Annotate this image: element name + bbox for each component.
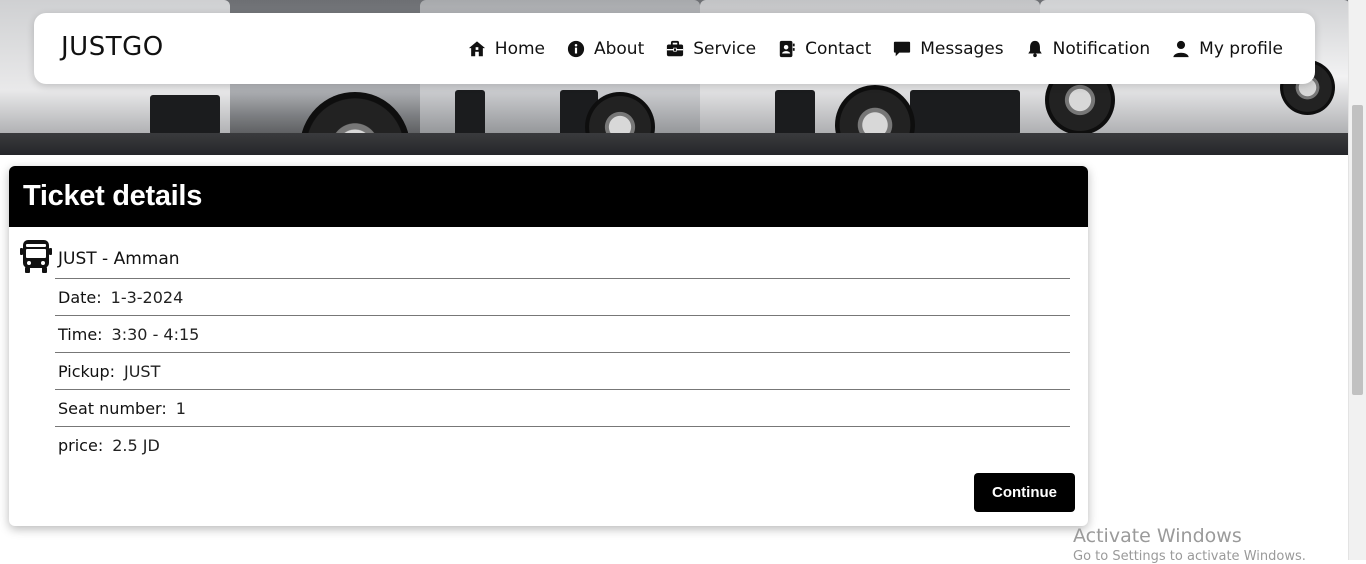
- seat-row: Seat number: 1: [55, 389, 1070, 426]
- nav-service[interactable]: Service: [666, 39, 756, 59]
- nav-messages-label: Messages: [920, 38, 1004, 59]
- top-navbar: JUSTGO Home About Service Contact Messag…: [34, 13, 1315, 84]
- bus-icon: [20, 239, 52, 273]
- page-scrollbar[interactable]: [1348, 0, 1366, 560]
- nav-home-label: Home: [494, 38, 545, 59]
- nav-notification[interactable]: Notification: [1026, 38, 1151, 59]
- seat-label: Seat number:: [58, 398, 167, 418]
- date-label: Date:: [58, 287, 102, 307]
- continue-button[interactable]: Continue: [974, 473, 1075, 512]
- contact-card-icon: [778, 40, 796, 58]
- pickup-label: Pickup:: [58, 361, 115, 381]
- nav-about-label: About: [593, 38, 645, 59]
- info-icon: [567, 40, 585, 58]
- watermark-title: Activate Windows: [1073, 525, 1242, 547]
- nav-contact-label: Contact: [805, 38, 872, 59]
- ticket-info-list: Date: 1-3-2024 Time: 3:30 - 4:15 Pickup:…: [55, 278, 1070, 463]
- nav-contact[interactable]: Contact: [778, 39, 871, 59]
- nav-messages[interactable]: Messages: [893, 38, 1004, 59]
- seat-value: 1: [175, 398, 186, 418]
- nav-profile[interactable]: My profile: [1172, 39, 1283, 59]
- nav-menu: Home About Service Contact Messages Noti…: [468, 13, 1283, 84]
- watermark-subtitle: Go to Settings to activate Windows.: [1073, 549, 1306, 564]
- card-title: Ticket details: [9, 166, 1088, 227]
- price-label: price:: [58, 435, 104, 455]
- time-value: 3:30 - 4:15: [111, 324, 200, 344]
- route-name: JUST - Amman: [58, 249, 180, 269]
- time-label: Time:: [58, 324, 103, 344]
- ticket-details-card: Ticket details JUST - Amman Date: 1-3-20…: [9, 166, 1088, 526]
- briefcase-icon: [666, 40, 684, 58]
- bell-icon: [1026, 40, 1044, 58]
- home-icon: [468, 40, 486, 58]
- scrollbar-thumb[interactable]: [1352, 105, 1363, 395]
- price-row: price: 2.5 JD: [55, 426, 1070, 463]
- nav-notification-label: Notification: [1052, 38, 1151, 59]
- nav-home[interactable]: Home: [468, 39, 545, 59]
- nav-profile-label: My profile: [1199, 38, 1283, 59]
- user-icon: [1172, 40, 1190, 58]
- price-value: 2.5 JD: [112, 435, 160, 455]
- time-row: Time: 3:30 - 4:15: [55, 315, 1070, 352]
- nav-about[interactable]: About: [567, 39, 644, 59]
- activate-windows-watermark: Activate Windows Go to Settings to activ…: [1073, 525, 1306, 564]
- message-icon: [893, 40, 911, 58]
- pickup-row: Pickup: JUST: [55, 352, 1070, 389]
- date-value: 1-3-2024: [110, 287, 184, 307]
- date-row: Date: 1-3-2024: [55, 278, 1070, 315]
- brand-logo[interactable]: JUSTGO: [61, 32, 164, 62]
- nav-service-label: Service: [693, 38, 757, 59]
- pickup-value: JUST: [124, 361, 161, 381]
